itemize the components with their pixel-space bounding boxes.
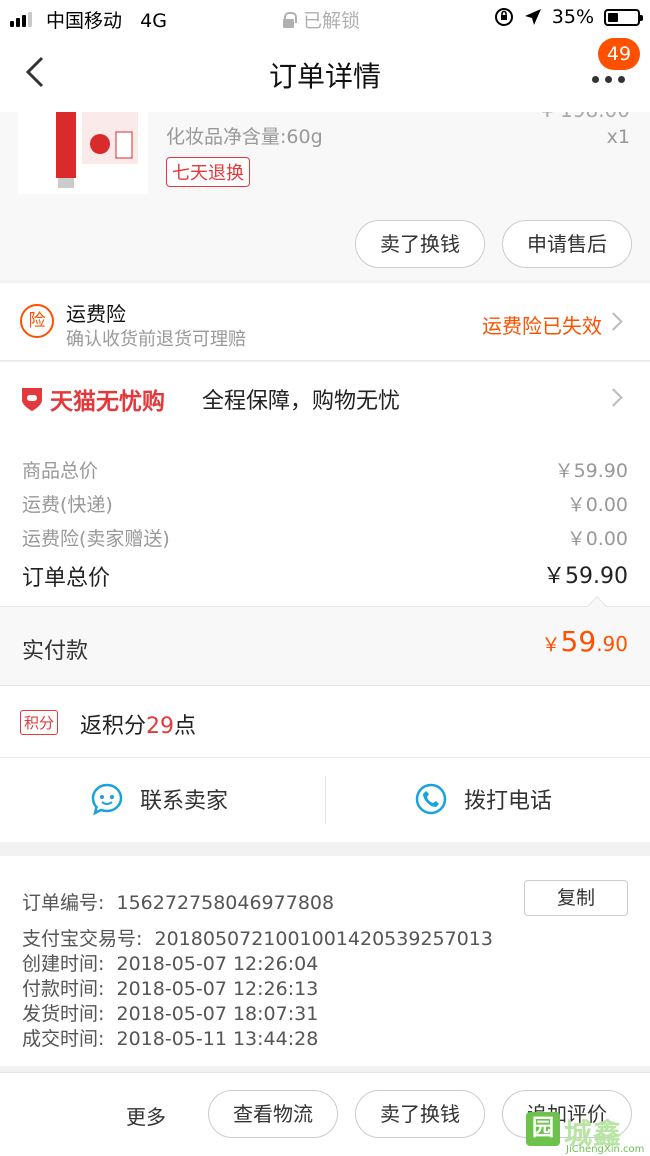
tmall-desc: 全程保障，购物无忧 [202, 389, 401, 414]
page-title: 订单详情 [268, 60, 381, 93]
alipay-trade-number: 支付宝交易号: 2018050721001001420539257013 [22, 928, 493, 950]
shipping-insurance-row[interactable]: 险 运费险 确认收货前退货可理赔 运费险已失效 [0, 283, 650, 361]
order-info-section: 订单编号: 156272758046977808 复制 支付宝交易号: 2018… [0, 856, 650, 1066]
product-thumbnail[interactable] [18, 112, 148, 194]
site-watermark: 园 城鑫 JiChengXin.com [526, 1112, 646, 1155]
price-breakdown: 商品总价 ￥59.90 运费(快递) ￥0.00 运费险(卖家赠送) ￥0.00… [0, 432, 650, 606]
network-label: 4G [140, 10, 167, 32]
order-total-label: 订单总价 [22, 566, 111, 591]
battery-icon [604, 8, 643, 26]
more-menu-button[interactable]: 49 [588, 38, 640, 96]
contact-seller-button[interactable]: 联系卖家 [0, 758, 325, 842]
insurance-fee-value: ￥0.00 [566, 528, 628, 550]
copy-order-number-button[interactable]: 复制 [524, 880, 628, 916]
location-arrow-icon [524, 9, 541, 25]
points-text: 返积分29点 [80, 714, 197, 739]
view-logistics-button[interactable]: 查看物流 [208, 1090, 338, 1138]
shipping-time: 发货时间: 2018-05-07 18:07:31 [22, 1003, 319, 1025]
goods-total-value: ￥59.90 [554, 460, 628, 482]
goods-total-label: 商品总价 [22, 460, 99, 482]
shipping-fee-label: 运费(快递) [22, 494, 113, 516]
product-spec: 化妆品净含量:60g [166, 126, 323, 148]
tmall-shield-icon [22, 388, 42, 411]
product-card[interactable]: ¥ 198.00 化妆品净含量:60g x1 七天退换 卖了换钱 申请售后 [0, 112, 650, 280]
insurance-status: 运费险已失效 [482, 314, 602, 338]
more-actions-button[interactable]: 更多 [126, 1101, 166, 1130]
insurance-icon: 险 [20, 304, 54, 338]
order-total-value: ￥59.90 [543, 564, 628, 589]
sell-for-cash-bottom-button[interactable]: 卖了换钱 [355, 1090, 485, 1138]
carrier-label: 中国移动 4G [46, 10, 167, 32]
sell-for-cash-button[interactable]: 卖了换钱 [355, 220, 485, 268]
status-bar: 中国移动 4G 已解锁 35% [0, 0, 650, 36]
contact-bar: 联系卖家 拨打电话 [0, 758, 650, 842]
phone-icon [415, 783, 447, 815]
order-number: 订单编号: 156272758046977808 [22, 892, 335, 914]
product-price: ¥ 198.00 [541, 112, 630, 122]
product-quantity: x1 [606, 126, 630, 148]
insurance-fee-label: 运费险(卖家赠送) [22, 528, 170, 550]
seven-day-return-tag: 七天退换 [166, 157, 250, 187]
completed-time: 成交时间: 2018-05-11 13:44:28 [22, 1028, 319, 1050]
created-time: 创建时间: 2018-05-07 12:26:04 [22, 953, 319, 975]
tmall-logo: 天猫无忧购 [20, 382, 165, 416]
payment-time: 付款时间: 2018-05-07 12:26:13 [22, 978, 319, 1000]
message-count-badge: 49 [598, 38, 640, 70]
insurance-title: 运费险 [66, 302, 126, 326]
points-row: 积分 返积分29点 [0, 686, 650, 758]
actual-payment-label: 实付款 [22, 639, 89, 664]
chevron-right-icon [604, 388, 623, 407]
actual-payment-value: ￥59.90 [541, 625, 628, 658]
points-tag: 积分 [20, 710, 59, 735]
chat-bubble-icon [91, 783, 123, 816]
signal-icon [10, 12, 32, 27]
orientation-lock-icon [494, 8, 513, 26]
unlock-status: 已解锁 [282, 6, 360, 33]
chevron-right-icon [604, 312, 623, 331]
nav-bar: 订单详情 49 [0, 36, 650, 112]
call-phone-button[interactable]: 拨打电话 [326, 758, 650, 842]
insurance-subtitle: 确认收货前退货可理赔 [66, 329, 246, 350]
apply-after-sale-button[interactable]: 申请售后 [502, 220, 632, 268]
shipping-fee-value: ￥0.00 [566, 494, 628, 516]
padlock-icon [282, 11, 297, 28]
battery-percent: 35% [551, 6, 594, 28]
tmall-worry-free-row[interactable]: 天猫无忧购 全程保障，购物无忧 [0, 362, 650, 432]
more-dots-icon [592, 76, 625, 83]
actual-payment-row: 实付款 ￥59.90 [0, 596, 650, 686]
